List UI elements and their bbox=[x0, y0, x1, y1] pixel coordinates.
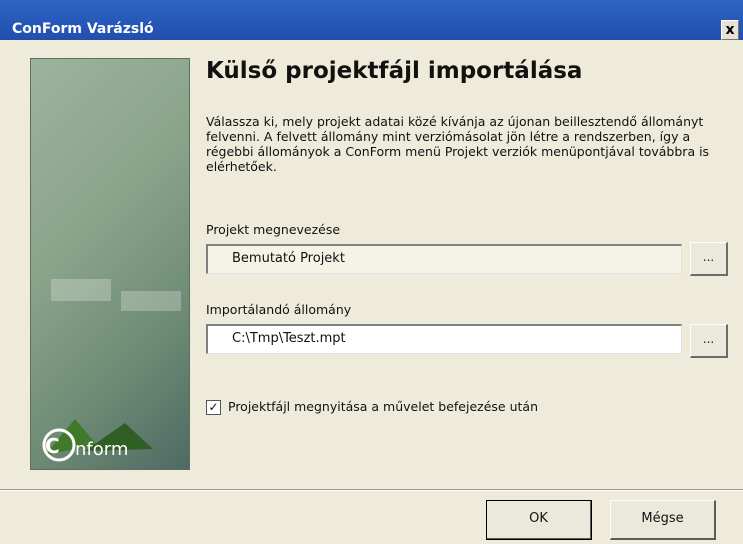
page-title: Külső projektfájl importálása bbox=[206, 58, 583, 84]
description-text: Válassza ki, mely projekt adatai közé kí… bbox=[206, 114, 710, 174]
import-file-field[interactable]: C:\Tmp\Teszt.mpt bbox=[206, 324, 682, 354]
project-name-field[interactable]: Bemutató Projekt bbox=[206, 244, 682, 274]
wizard-window: ConForm Varázsló x C nform Külső projekt… bbox=[0, 0, 743, 544]
file-browse-button[interactable]: ... bbox=[690, 324, 728, 358]
ok-button[interactable]: OK bbox=[486, 500, 592, 540]
project-browse-button[interactable]: ... bbox=[690, 242, 728, 276]
close-button[interactable]: x bbox=[721, 20, 739, 40]
open-project-checkbox[interactable]: ✓ bbox=[206, 400, 221, 415]
logo-wordmark: nform bbox=[75, 439, 128, 460]
footer-separator bbox=[0, 489, 743, 491]
cancel-button[interactable]: Mégse bbox=[610, 500, 716, 540]
open-project-checkbox-label[interactable]: Projektfájl megnyitása a művelet befejez… bbox=[228, 399, 538, 414]
wizard-content: Külső projektfájl importálása Válassza k… bbox=[190, 40, 743, 490]
wizard-sidebar-image: C nform bbox=[30, 58, 190, 470]
project-name-label: Projekt megnevezése bbox=[206, 222, 341, 237]
window-title: ConForm Varázsló bbox=[12, 21, 154, 37]
title-bar: ConForm Varázsló x bbox=[0, 0, 743, 40]
conform-logo: C nform bbox=[42, 419, 153, 462]
logo-letter: C bbox=[45, 434, 60, 458]
watermark-graphic bbox=[51, 279, 181, 311]
import-file-label: Importálandó állomány bbox=[206, 302, 352, 317]
